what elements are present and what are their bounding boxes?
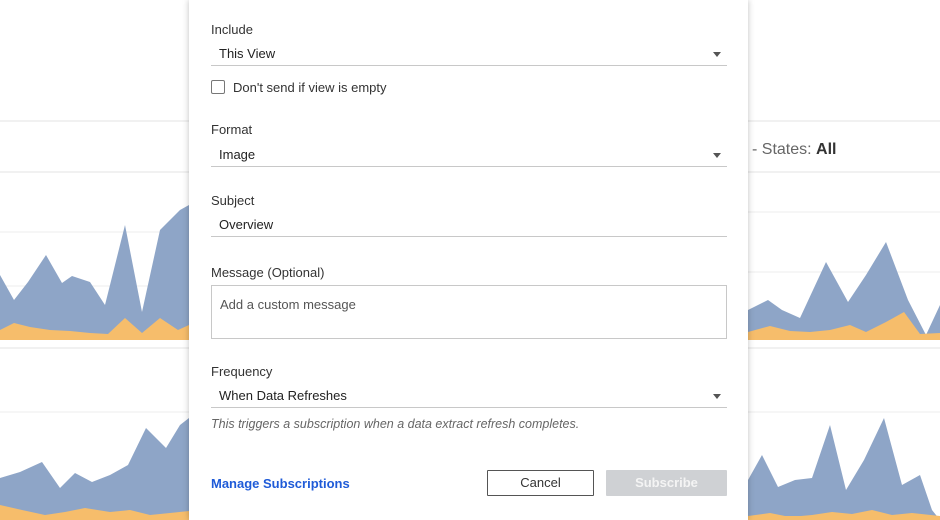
chevron-down-icon (713, 52, 721, 57)
cancel-button[interactable]: Cancel (487, 470, 594, 496)
chevron-down-icon (713, 153, 721, 158)
subject-input[interactable]: Overview (211, 211, 727, 237)
states-filter-label: - States: All (752, 141, 836, 159)
chevron-down-icon (713, 394, 721, 399)
include-dropdown[interactable]: This View (211, 40, 727, 66)
area-series-blue (0, 418, 189, 520)
include-value: This View (219, 46, 276, 61)
message-placeholder: Add a custom message (220, 297, 356, 312)
frequency-value: When Data Refreshes (219, 388, 347, 403)
format-label: Format (211, 122, 253, 137)
axis-strip (748, 516, 940, 520)
frequency-label: Frequency (211, 364, 273, 379)
subscribe-button[interactable]: Subscribe (606, 470, 727, 496)
area-series-blue (748, 418, 940, 520)
subscribe-dialog: Include This View Don't send if view is … (189, 0, 748, 520)
format-value: Image (219, 147, 256, 162)
subject-value: Overview (219, 217, 274, 232)
format-dropdown[interactable]: Image (211, 141, 727, 167)
axis-strip (0, 516, 189, 520)
empty-view-checkbox[interactable] (211, 80, 225, 94)
frequency-hint: This triggers a subscription when a data… (211, 417, 580, 431)
message-textarea[interactable]: Add a custom message (211, 285, 727, 339)
message-label: Message (Optional) (211, 265, 325, 280)
empty-view-label: Don't send if view is empty (233, 80, 387, 95)
states-prefix: - States: (752, 141, 817, 158)
include-label: Include (211, 22, 253, 37)
frequency-dropdown[interactable]: When Data Refreshes (211, 382, 727, 408)
subject-label: Subject (211, 193, 255, 208)
manage-subscriptions-link[interactable]: Manage Subscriptions (211, 476, 350, 491)
states-value: All (816, 141, 837, 158)
